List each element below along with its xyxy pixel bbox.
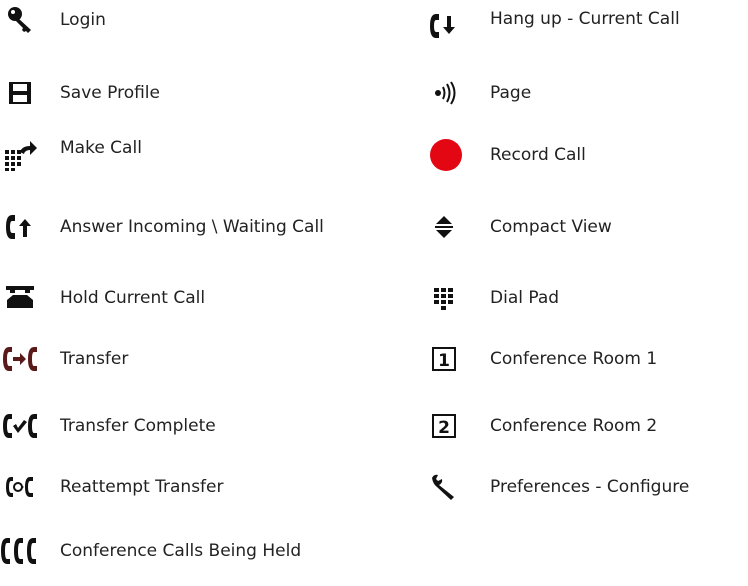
legend-label: Transfer Complete (60, 416, 216, 436)
conference-calls-icon (0, 531, 40, 571)
compact-view-icon (424, 207, 464, 247)
transfer-icon (0, 339, 40, 379)
hold-phone-icon (0, 278, 40, 318)
icon-legend: Login Save Profile Make Call Answer Inco… (0, 0, 748, 586)
page-broadcast-icon (424, 73, 464, 113)
record-dot-icon (424, 135, 464, 175)
conference-room-badge: 1 (438, 351, 450, 371)
legend-label: Login (60, 10, 106, 30)
legend-label: Hang up - Current Call (490, 9, 680, 29)
conference-room-2-icon: 2 (424, 406, 464, 446)
legend-label: Answer Incoming \ Waiting Call (60, 217, 324, 237)
make-call-icon (0, 135, 40, 175)
conference-room-1-icon: 1 (424, 339, 464, 379)
legend-label: Conference Room 2 (490, 416, 658, 436)
legend-label: Save Profile (60, 83, 160, 103)
wrench-icon (424, 467, 464, 507)
legend-label: Make Call (60, 138, 142, 158)
dial-pad-icon (424, 278, 464, 318)
reattempt-transfer-icon (0, 467, 40, 507)
legend-label: Compact View (490, 217, 612, 237)
key-icon (0, 0, 40, 40)
hang-up-icon (424, 6, 464, 46)
answer-call-icon (0, 207, 40, 247)
legend-label: Hold Current Call (60, 288, 206, 308)
legend-label: Conference Calls Being Held (60, 541, 302, 561)
legend-label: Reattempt Transfer (60, 477, 224, 497)
legend-label: Page (490, 83, 532, 103)
legend-label: Dial Pad (490, 288, 560, 308)
legend-label: Transfer (60, 349, 129, 369)
transfer-complete-icon (0, 406, 40, 446)
legend-label: Record Call (490, 145, 586, 165)
legend-label: Conference Room 1 (490, 349, 658, 369)
conference-room-badge: 2 (438, 418, 450, 438)
floppy-disk-icon (0, 73, 40, 113)
legend-label: Preferences - Configure (490, 477, 690, 497)
